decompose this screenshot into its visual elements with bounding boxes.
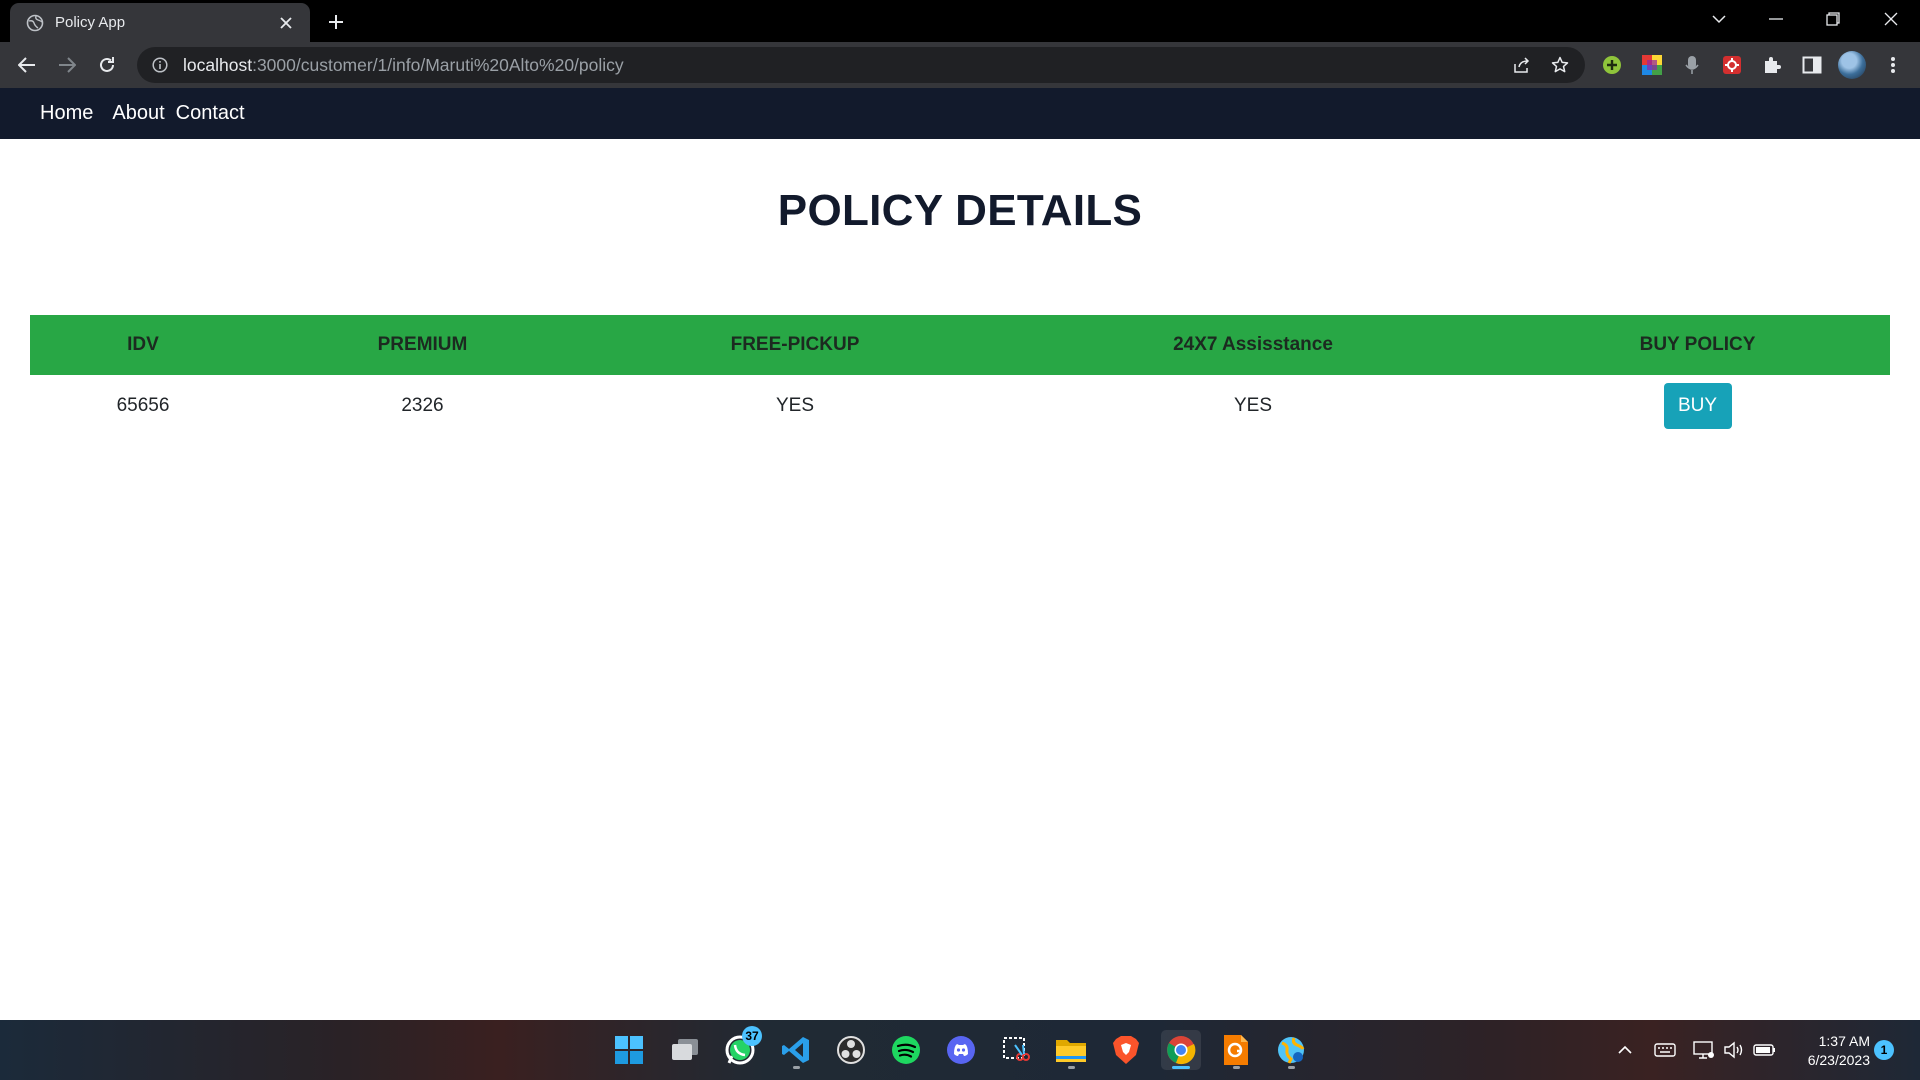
- browser-toolbar: localhost:3000/customer/1/info/Maruti%20…: [0, 42, 1920, 88]
- extensions-puzzle-icon[interactable]: [1758, 51, 1786, 79]
- browser-tab[interactable]: Policy App: [10, 3, 310, 42]
- tab-title: Policy App: [55, 14, 126, 31]
- clock-date: 6/23/2023: [1807, 1052, 1870, 1068]
- whatsapp-unread-badge: 37: [742, 1026, 762, 1046]
- profile-avatar[interactable]: [1838, 51, 1866, 79]
- extension-color-grid-icon[interactable]: [1638, 51, 1666, 79]
- globe-icon: [26, 14, 44, 32]
- page-title: POLICY DETAILS: [777, 186, 1143, 235]
- whatsapp-icon[interactable]: 37: [720, 1026, 762, 1070]
- running-indicator: [1068, 1066, 1075, 1069]
- header-buy-policy: BUY POLICY: [1505, 315, 1890, 375]
- close-window-icon[interactable]: [1864, 0, 1918, 38]
- url-host: localhost: [183, 54, 253, 75]
- windows-taskbar: 37 1:37 AM 6/23/2023 1: [0, 1020, 1920, 1080]
- policy-table: IDV PREMIUM FREE-PICKUP 24X7 Assisstance…: [30, 315, 1890, 451]
- system-clock[interactable]: 1:37 AM 6/23/2023: [1790, 1032, 1870, 1070]
- restore-icon[interactable]: [1806, 0, 1860, 38]
- extension-mic-icon[interactable]: [1678, 51, 1706, 79]
- cell-buy: BUY: [1505, 375, 1890, 451]
- discord-icon[interactable]: [941, 1030, 981, 1070]
- tab-search-chevron-icon[interactable]: [1692, 0, 1746, 38]
- battery-icon[interactable]: [1753, 1039, 1777, 1061]
- network-icon[interactable]: [1692, 1039, 1716, 1061]
- globe-app-icon[interactable]: [1271, 1030, 1311, 1070]
- buy-button[interactable]: BUY: [1663, 383, 1732, 429]
- keyboard-icon[interactable]: [1653, 1039, 1677, 1061]
- back-arrow-icon[interactable]: [12, 50, 42, 80]
- site-info-icon[interactable]: [151, 56, 169, 74]
- tab-close-icon[interactable]: [276, 13, 296, 33]
- snipping-tool-icon[interactable]: [996, 1030, 1036, 1070]
- cell-premium: 2326: [401, 395, 444, 416]
- header-assistance: 24X7 Assisstance: [1001, 315, 1505, 375]
- pdf-reader-icon[interactable]: [1216, 1030, 1256, 1070]
- nav-about-link[interactable]: About: [112, 102, 164, 125]
- task-view-icon[interactable]: [665, 1030, 705, 1070]
- cell-assistance: YES: [1233, 395, 1273, 416]
- minimize-icon[interactable]: [1749, 0, 1803, 38]
- clock-time: 1:37 AM: [1818, 1033, 1870, 1049]
- active-indicator: [1172, 1066, 1190, 1069]
- running-indicator: [1288, 1066, 1295, 1069]
- running-indicator: [1233, 1066, 1240, 1069]
- vscode-icon[interactable]: [776, 1030, 816, 1070]
- side-panel-icon[interactable]: [1798, 51, 1826, 79]
- header-idv: IDV: [30, 315, 256, 375]
- url-path: :3000/customer/1/info/Maruti%20Alto%20/p…: [252, 54, 624, 75]
- bookmark-star-icon[interactable]: [1547, 52, 1573, 78]
- spotify-icon[interactable]: [886, 1030, 926, 1070]
- header-free-pickup: FREE-PICKUP: [589, 315, 1001, 375]
- app-navbar: Home About Contact: [0, 88, 1920, 139]
- brave-icon[interactable]: [1106, 1030, 1146, 1070]
- cell-idv: 65656: [116, 395, 170, 416]
- windows-start-icon[interactable]: [609, 1030, 649, 1070]
- address-bar[interactable]: localhost:3000/customer/1/info/Maruti%20…: [137, 47, 1585, 83]
- volume-icon[interactable]: [1722, 1039, 1746, 1061]
- table-row: 65656 2326 YES YES BUY: [30, 375, 1890, 451]
- obs-icon[interactable]: [831, 1030, 871, 1070]
- url-text[interactable]: localhost:3000/customer/1/info/Maruti%20…: [183, 55, 624, 76]
- extension-green-plus-icon[interactable]: [1598, 51, 1626, 79]
- tray-chevron-up-icon[interactable]: [1613, 1039, 1637, 1061]
- extension-red-gear-icon[interactable]: [1718, 51, 1746, 79]
- nav-contact-link[interactable]: Contact: [176, 102, 245, 125]
- reload-icon[interactable]: [92, 50, 122, 80]
- forward-arrow-icon[interactable]: [52, 50, 82, 80]
- chrome-icon[interactable]: [1161, 1030, 1201, 1070]
- share-icon[interactable]: [1509, 52, 1535, 78]
- notification-badge[interactable]: 1: [1874, 1040, 1894, 1060]
- more-menu-icon[interactable]: [1878, 50, 1908, 80]
- file-explorer-icon[interactable]: [1051, 1030, 1091, 1070]
- browser-tab-strip: Policy App: [0, 0, 1920, 42]
- table-header-row: IDV PREMIUM FREE-PICKUP 24X7 Assisstance…: [30, 315, 1890, 375]
- cell-free-pickup: YES: [775, 395, 815, 416]
- new-tab-icon[interactable]: [322, 8, 350, 36]
- running-indicator: [793, 1066, 800, 1069]
- nav-home-link[interactable]: Home: [40, 102, 93, 125]
- header-premium: PREMIUM: [256, 315, 589, 375]
